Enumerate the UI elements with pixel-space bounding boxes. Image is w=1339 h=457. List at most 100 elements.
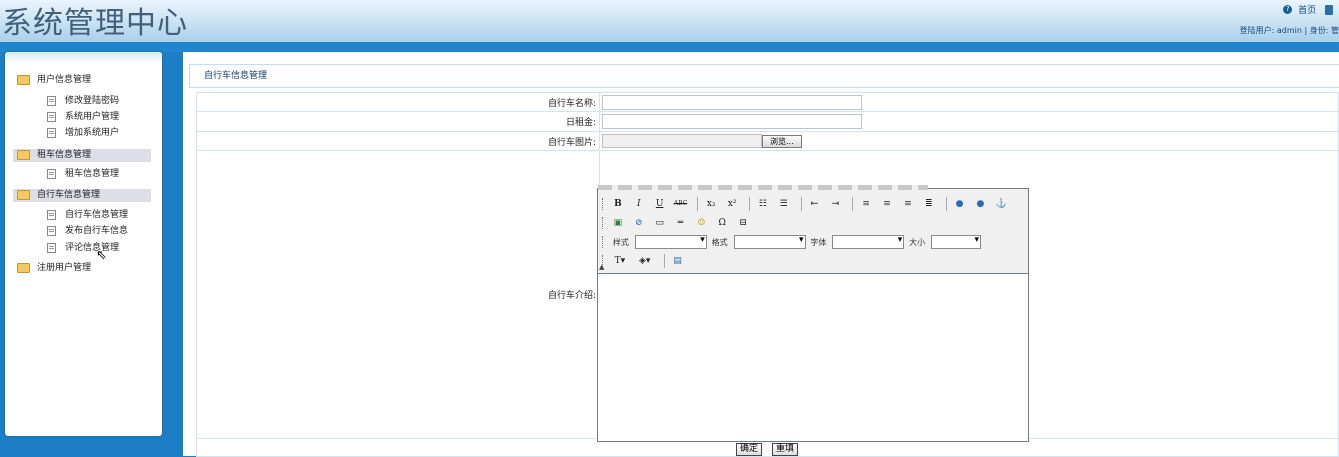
- align-justify-icon[interactable]: ≣: [922, 197, 936, 211]
- toolbar-partial-row: [598, 185, 928, 190]
- special-char-icon[interactable]: Ω: [715, 216, 729, 230]
- collapse-toolbar-icon[interactable]: ▲: [599, 263, 604, 271]
- menu-item-bike-manage[interactable]: 自行车信息管理: [47, 209, 128, 222]
- style-label: 样式: [612, 237, 629, 247]
- user-info: 登陆用户: admin | 身份: 管: [1239, 26, 1339, 35]
- align-left-icon[interactable]: ≡: [859, 197, 873, 211]
- editor-content-area[interactable]: [598, 274, 1028, 440]
- folder-open-icon: [17, 149, 30, 160]
- bg-color-icon[interactable]: ◈▾: [636, 254, 654, 268]
- size-label: 大小: [909, 237, 926, 247]
- intro-label: 自行车介绍:: [196, 150, 600, 439]
- menu-group-label: 租车信息管理: [37, 150, 92, 160]
- document-icon: [47, 225, 56, 236]
- indent-icon[interactable]: ⇥: [828, 197, 842, 211]
- menu-item-comments[interactable]: 评论信息管理: [47, 242, 119, 255]
- rich-text-editor: B I U ABC x₂ x² ☷ ☰ ⇤ ⇥ ≡ ≡ ≡ ≣ ● ● ⚓ ▣ …: [597, 185, 1029, 442]
- align-center-icon[interactable]: ≡: [880, 197, 894, 211]
- toolbar-row-format: B I U ABC x₂ x² ☷ ☰ ⇤ ⇥ ≡ ≡ ≡ ≣ ● ● ⚓: [602, 197, 1012, 215]
- style-select[interactable]: [634, 235, 707, 249]
- reset-button[interactable]: 重填: [772, 443, 799, 456]
- toolbar-row-styles: 样式 格式 字体 大小: [602, 235, 981, 253]
- font-select[interactable]: [832, 235, 905, 249]
- document-icon: [47, 95, 56, 106]
- document-icon: [47, 127, 56, 138]
- editor-toolbar: B I U ABC x₂ x² ☷ ☰ ⇤ ⇥ ≡ ≡ ≡ ≣ ● ● ⚓ ▣ …: [598, 185, 1028, 274]
- smiley-icon[interactable]: ☺: [694, 216, 708, 230]
- menu-item-label: 增加系统用户: [65, 128, 120, 138]
- help-icon[interactable]: ?: [1283, 5, 1293, 14]
- form-actions: 确定 重填: [736, 443, 808, 456]
- menu-item-label: 租车信息管理: [65, 169, 120, 179]
- toolbar-grip: [602, 198, 605, 210]
- toolbar-separator: [697, 197, 699, 211]
- menu-group-bike[interactable]: 自行车信息管理: [13, 189, 151, 202]
- folder-open-icon: [17, 262, 30, 273]
- menu-item-change-password[interactable]: 修改登陆密码: [47, 95, 119, 108]
- toolbar-grip: [602, 217, 605, 229]
- menu-group-label: 注册用户管理: [37, 263, 92, 273]
- horizontal-rule-icon[interactable]: ═: [674, 216, 688, 230]
- top-links: ? 首页: [1283, 3, 1333, 16]
- home-link[interactable]: 首页: [1298, 3, 1316, 16]
- underline-icon[interactable]: U: [653, 197, 667, 211]
- menu-group-label: 自行车信息管理: [37, 190, 101, 200]
- link-icon[interactable]: ●: [953, 197, 967, 211]
- size-select[interactable]: [931, 235, 981, 249]
- image-label: 自行车图片:: [196, 131, 600, 151]
- subscript-icon[interactable]: x₂: [704, 197, 718, 211]
- strikethrough-icon[interactable]: ABC: [674, 197, 688, 211]
- numbered-list-icon[interactable]: ☷: [756, 197, 770, 211]
- exit-icon[interactable]: [1325, 4, 1333, 15]
- toolbar-separator: [852, 197, 854, 211]
- daily-rent-input[interactable]: [602, 114, 862, 129]
- submit-button[interactable]: 确定: [736, 443, 763, 456]
- app-title: 系统管理中心: [2, 6, 188, 41]
- font-label: 字体: [810, 237, 827, 247]
- page-title-bar: 自行车信息管理: [189, 64, 1339, 88]
- browse-button[interactable]: 浏览...: [762, 134, 802, 148]
- outdent-icon[interactable]: ⇤: [808, 197, 822, 211]
- menu-item-system-users[interactable]: 系统用户管理: [47, 111, 119, 124]
- bold-icon[interactable]: B: [611, 197, 625, 211]
- flash-icon[interactable]: ⊘: [632, 216, 646, 230]
- page-break-icon[interactable]: ⊟: [736, 216, 750, 230]
- italic-icon[interactable]: I: [632, 197, 646, 211]
- align-right-icon[interactable]: ≡: [901, 197, 915, 211]
- header-bar: 系统管理中心 ? 首页 登陆用户: admin | 身份: 管: [0, 0, 1339, 42]
- document-icon: [47, 209, 56, 220]
- menu-item-add-user[interactable]: 增加系统用户: [47, 127, 119, 140]
- image-icon[interactable]: ▣: [611, 216, 625, 230]
- document-icon: [47, 111, 56, 122]
- menu-item-publish-bike[interactable]: 发布自行车信息: [47, 225, 128, 238]
- image-file-path[interactable]: [602, 134, 762, 148]
- toolbar-separator: [749, 197, 750, 211]
- bike-name-input[interactable]: [602, 94, 862, 110]
- menu-item-label: 修改登陆密码: [65, 96, 120, 106]
- mouse-cursor-icon: ⇖: [96, 248, 107, 263]
- menu-group-registered-users[interactable]: 注册用户管理: [13, 262, 151, 275]
- folder-open-icon: [17, 74, 30, 85]
- menu-item-label: 发布自行车信息: [65, 226, 129, 236]
- menu-item-rental-manage[interactable]: 租车信息管理: [47, 168, 119, 181]
- format-select[interactable]: [733, 235, 806, 249]
- menu-group-rental[interactable]: 租车信息管理: [13, 149, 151, 162]
- page-title: 自行车信息管理: [204, 71, 268, 81]
- folder-open-icon: [17, 189, 30, 200]
- table-icon[interactable]: ▭: [653, 216, 667, 230]
- maximize-icon[interactable]: ▤: [671, 254, 685, 268]
- toolbar-grip: [602, 236, 605, 248]
- menu-group-user-info[interactable]: 用户信息管理: [13, 74, 151, 87]
- text-color-icon[interactable]: T▾: [611, 254, 629, 268]
- bullet-list-icon[interactable]: ☰: [777, 197, 791, 211]
- toolbar-row-colors: T▾ ◈▾ ▤: [602, 254, 689, 272]
- format-label: 格式: [711, 237, 728, 247]
- menu-item-label: 系统用户管理: [65, 112, 120, 122]
- rent-label: 日租金:: [196, 111, 600, 132]
- toolbar-separator: [663, 254, 665, 268]
- anchor-icon[interactable]: ⚓: [994, 197, 1008, 211]
- menu-item-label: 自行车信息管理: [65, 210, 129, 220]
- superscript-icon[interactable]: x²: [725, 197, 739, 211]
- unlink-icon[interactable]: ●: [973, 197, 987, 211]
- document-icon: [47, 168, 56, 179]
